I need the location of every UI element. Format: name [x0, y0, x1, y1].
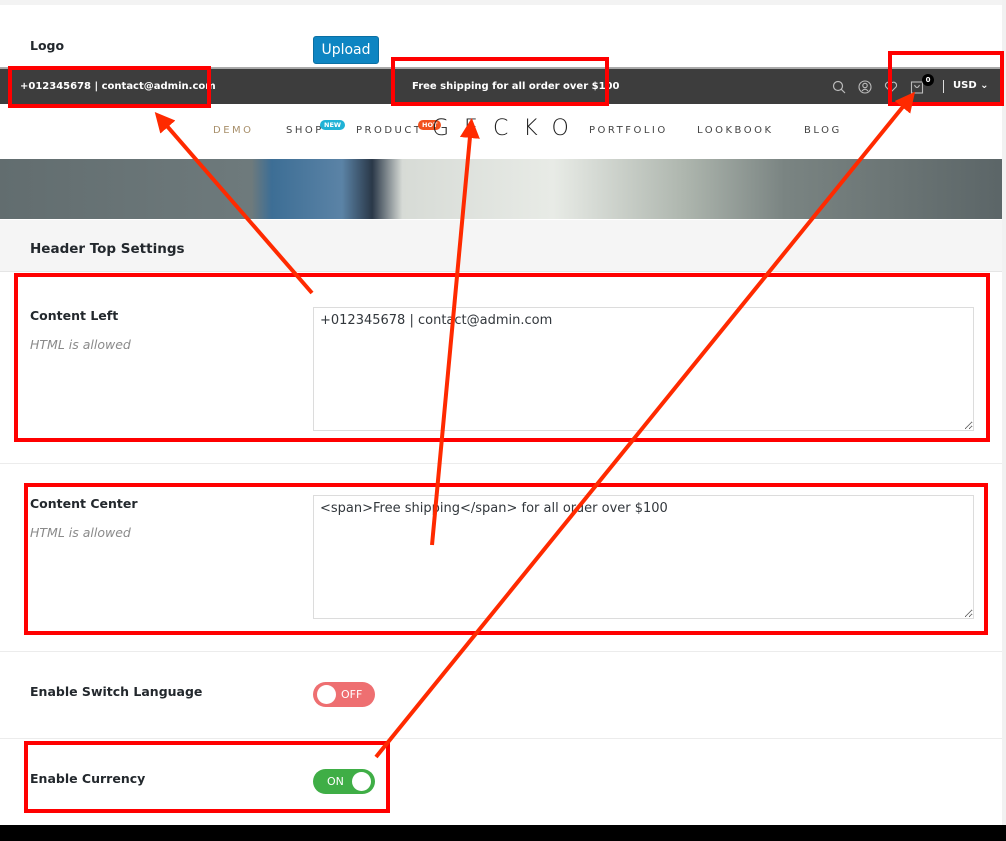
user-icon[interactable]: [856, 78, 874, 96]
preview-main-nav: DEMO SHOP NEW PRODUCT HOT GECKO PORTFOLI…: [0, 104, 1006, 159]
nav-item-portfolio[interactable]: PORTFOLIO: [589, 125, 668, 136]
content-center-label: Content Center: [30, 496, 138, 511]
top-strip: [0, 0, 1006, 5]
content-center-textarea[interactable]: <span>Free shipping</span> for all order…: [313, 495, 974, 619]
currency-value: USD: [953, 80, 977, 91]
switch-language-label: Enable Switch Language: [30, 684, 203, 699]
currency-toggle[interactable]: ON: [313, 769, 375, 794]
page-edge: [1002, 0, 1006, 825]
nav-item-lookbook[interactable]: LOOKBOOK: [697, 125, 774, 136]
nav-item-blog[interactable]: BLOG: [804, 125, 842, 136]
currency-label: Enable Currency: [30, 771, 146, 786]
separator: [943, 80, 944, 93]
upload-button[interactable]: Upload: [313, 36, 379, 64]
content-left-hint: HTML is allowed: [30, 337, 131, 352]
logo-label: Logo: [30, 38, 65, 53]
header-top-preview: +012345678 | contact@admin.com Free ship…: [0, 67, 1006, 104]
preview-header-icons: 0 USD ⌄: [830, 74, 989, 97]
toggle-knob: [317, 685, 336, 704]
content-center-hint: HTML is allowed: [30, 525, 131, 540]
divider: [0, 738, 1002, 739]
nav-item-product[interactable]: PRODUCT: [356, 125, 422, 136]
site-logo[interactable]: GECKO: [432, 116, 584, 141]
divider: [0, 651, 1002, 652]
divider: [0, 463, 1002, 464]
toggle-knob: [352, 772, 371, 791]
nav-item-demo[interactable]: DEMO: [213, 125, 254, 136]
switch-language-toggle[interactable]: OFF: [313, 682, 375, 707]
content-left-label: Content Left: [30, 308, 119, 323]
nav-item-shop[interactable]: SHOP: [286, 125, 324, 136]
preview-content-center: Free shipping for all order over $100: [412, 81, 620, 92]
settings-page: Logo Upload +012345678 | contact@admin.c…: [0, 0, 1006, 825]
content-left-textarea[interactable]: +012345678 | contact@admin.com: [313, 307, 974, 431]
heart-icon[interactable]: [882, 78, 900, 96]
section-title: Header Top Settings: [30, 241, 185, 257]
toggle-state: OFF: [341, 688, 363, 701]
toggle-state: ON: [327, 775, 344, 788]
currency-selector[interactable]: USD ⌄: [953, 80, 989, 91]
preview-content-left: +012345678 | contact@admin.com: [20, 81, 216, 92]
section-header: Header Top Settings: [0, 220, 1002, 272]
chevron-down-icon: ⌄: [980, 80, 989, 91]
hero-banner-image: [0, 159, 1006, 219]
cart-count-badge: 0: [922, 74, 934, 86]
new-badge: NEW: [320, 120, 346, 130]
search-icon[interactable]: [830, 78, 848, 96]
